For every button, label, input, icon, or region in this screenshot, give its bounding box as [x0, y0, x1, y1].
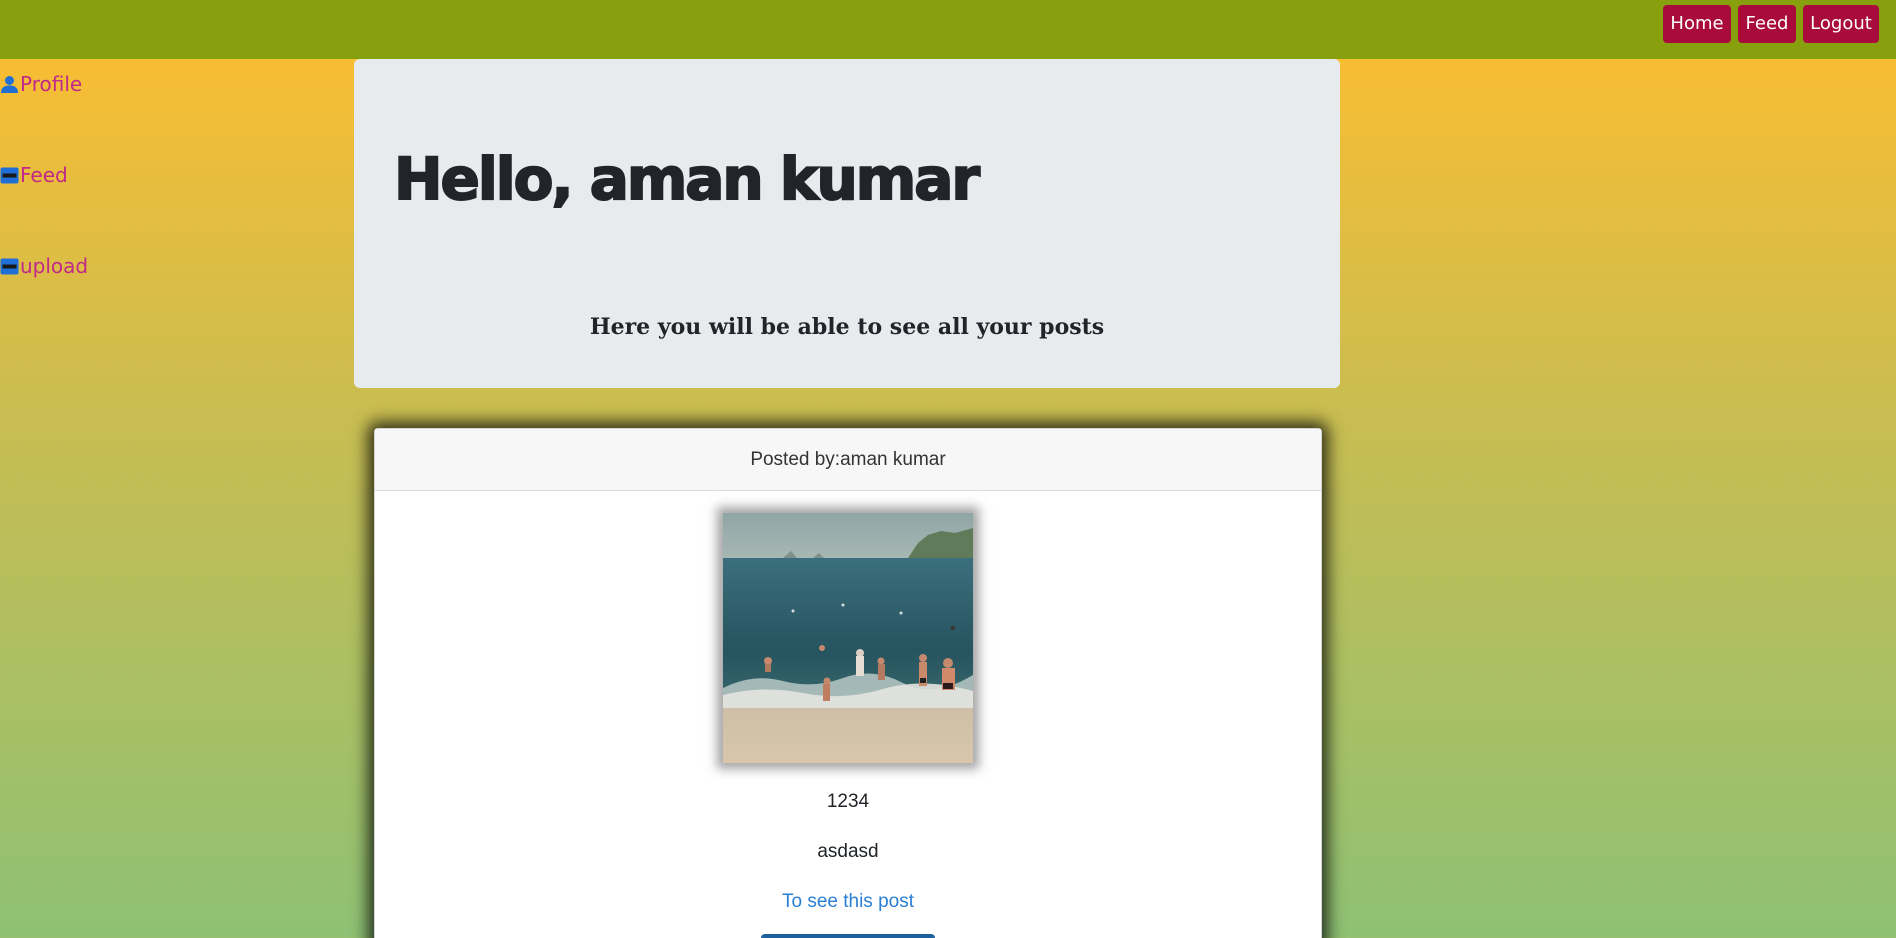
top-navbar: Home Feed Logout — [0, 0, 1896, 59]
greeting-heading: Hello, aman kumar — [393, 144, 981, 214]
sidebar-item-upload[interactable]: upload — [0, 253, 88, 279]
sidebar-item-feed[interactable]: Feed — [0, 162, 68, 188]
post-action-button[interactable] — [761, 934, 935, 938]
feed-button[interactable]: Feed — [1738, 5, 1796, 43]
view-post-link[interactable]: To see this post — [375, 891, 1321, 913]
sidebar-item-label: Profile — [20, 72, 83, 96]
logout-button[interactable]: Logout — [1803, 5, 1879, 43]
card-icon — [0, 257, 19, 276]
post-author: Posted by:aman kumar — [375, 429, 1321, 491]
card-icon — [0, 166, 19, 185]
jumbotron: Hello, aman kumar Here you will be able … — [354, 59, 1340, 388]
jumbotron-subtitle: Here you will be able to see all your po… — [589, 314, 1105, 340]
sidebar-item-label: Feed — [20, 163, 68, 187]
sidebar-item-profile[interactable]: Profile — [0, 71, 82, 97]
post-image — [723, 513, 973, 763]
post-card: Posted by:aman kumar 1234 asdasd To see … — [374, 428, 1322, 938]
home-button[interactable]: Home — [1663, 5, 1731, 43]
post-title: 1234 — [826, 791, 870, 812]
user-icon — [0, 75, 19, 94]
post-description: asdasd — [817, 841, 879, 862]
beach-photo — [723, 513, 973, 763]
sidebar-item-label: upload — [20, 254, 89, 278]
